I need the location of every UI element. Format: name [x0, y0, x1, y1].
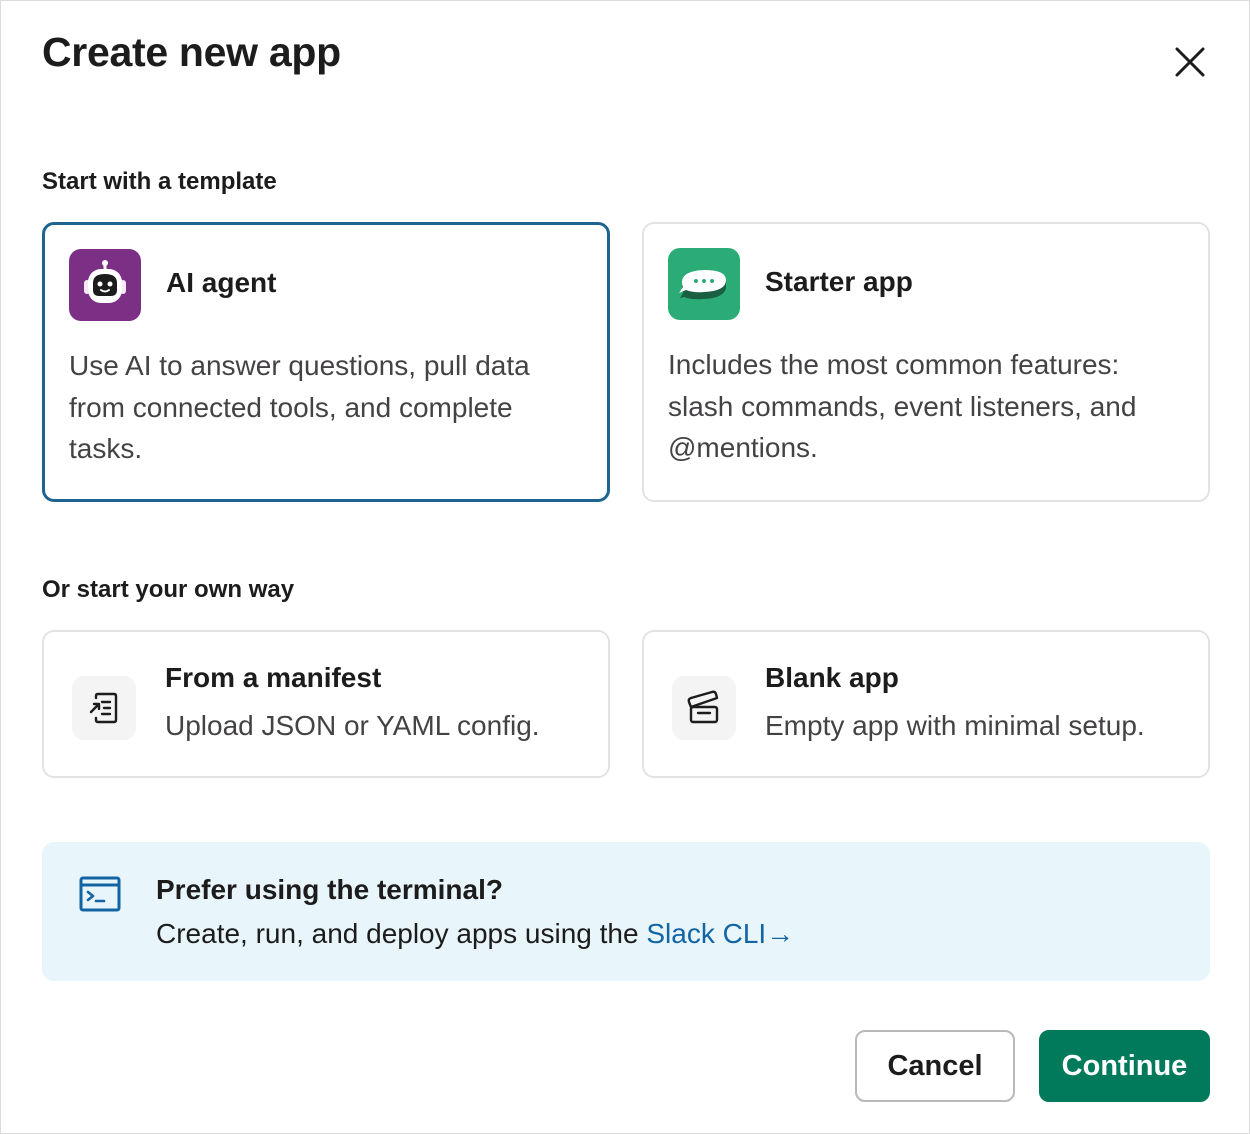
template-card-title: AI agent — [166, 267, 277, 298]
option-card-from-manifest[interactable]: From a manifest Upload JSON or YAML conf… — [42, 630, 610, 778]
dialog-title: Create new app — [42, 29, 341, 75]
terminal-callout: Prefer using the terminal? Create, run, … — [42, 842, 1210, 981]
template-card-description: Includes the most common features: slash… — [668, 349, 1137, 463]
terminal-icon — [79, 876, 121, 912]
manifest-icon — [72, 676, 136, 740]
close-icon — [1175, 47, 1205, 77]
template-card-title: Starter app — [765, 266, 913, 297]
template-section-label: Start with a template — [42, 168, 277, 195]
close-button[interactable] — [1169, 41, 1211, 83]
terminal-callout-text: Create, run, and deploy apps using the — [156, 918, 639, 949]
option-card-description: Upload JSON or YAML config. — [165, 710, 540, 741]
template-card-description: Use AI to answer questions, pull data fr… — [69, 350, 530, 464]
clapperboard-icon — [672, 676, 736, 740]
option-card-blank-app[interactable]: Blank app Empty app with minimal setup. — [642, 630, 1210, 778]
option-card-title: From a manifest — [165, 662, 382, 693]
terminal-callout-description: Create, run, and deploy apps using the S… — [156, 918, 794, 950]
option-card-title: Blank app — [765, 662, 899, 693]
robot-icon — [69, 249, 141, 321]
create-app-dialog: Create new app Start with a template AI … — [0, 0, 1250, 1134]
slack-cli-link[interactable]: Slack CLI→ — [646, 918, 794, 949]
chat-bubble-icon — [668, 248, 740, 320]
slack-cli-link-label: Slack CLI — [646, 918, 767, 949]
cancel-button[interactable]: Cancel — [855, 1030, 1015, 1102]
arrow-right-icon: → — [766, 918, 795, 949]
terminal-callout-title: Prefer using the terminal? — [156, 874, 503, 905]
continue-button[interactable]: Continue — [1039, 1030, 1210, 1102]
template-card-starter-app[interactable]: Starter app Includes the most common fea… — [642, 222, 1210, 502]
option-card-description: Empty app with minimal setup. — [765, 710, 1145, 741]
own-way-section-label: Or start your own way — [42, 576, 295, 603]
template-card-ai-agent[interactable]: AI agent Use AI to answer questions, pul… — [42, 222, 610, 502]
